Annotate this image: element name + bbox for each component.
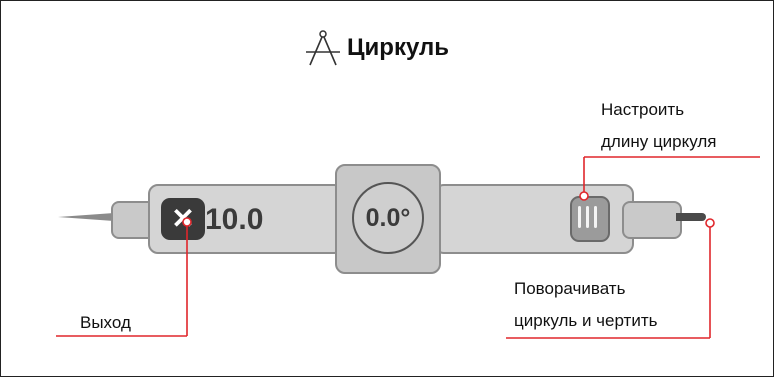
callout-dot-adjust xyxy=(579,191,589,201)
callout-exit: Выход xyxy=(80,313,131,332)
callout-dot-rotate xyxy=(705,218,715,228)
callout-dot-exit xyxy=(182,217,192,227)
callout-adjust-line2: длину циркуля xyxy=(601,132,717,151)
callout-rotate-line2: циркуль и чертить xyxy=(514,311,658,330)
callout-adjust-line1: Настроить xyxy=(601,100,685,119)
callout-rotate-line1: Поворачивать xyxy=(514,279,626,298)
